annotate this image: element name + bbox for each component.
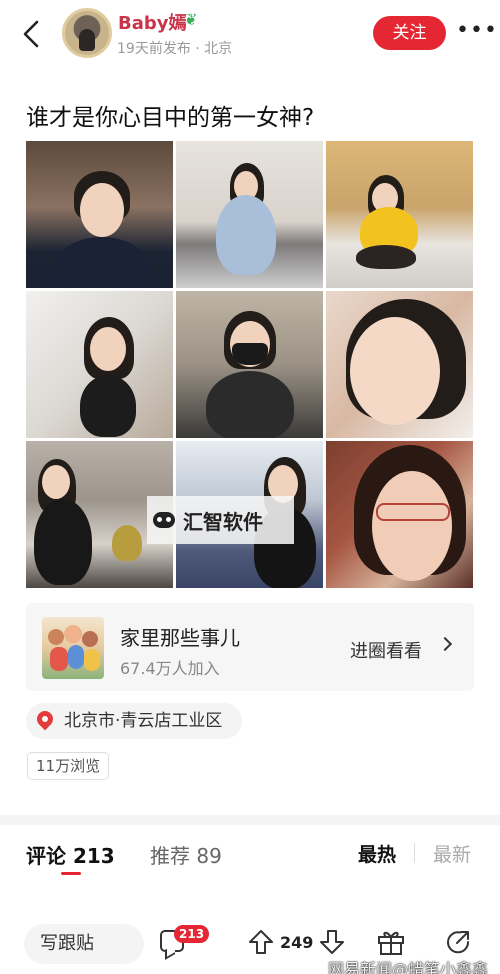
photo-6[interactable]	[326, 291, 473, 438]
post-title: 谁才是你心目中的第一女神?	[26, 105, 315, 131]
circle-member-count: 67.4万人加入	[120, 659, 220, 678]
section-divider	[0, 815, 500, 825]
photo-5[interactable]	[176, 291, 323, 438]
vote-count: 249	[280, 933, 314, 952]
author-name[interactable]: Baby嫣	[118, 9, 186, 35]
share-icon[interactable]	[444, 928, 472, 956]
photo-4[interactable]	[26, 291, 173, 438]
leaf-badge-icon: ❦	[184, 10, 198, 29]
circle-name: 家里那些事儿	[120, 626, 240, 650]
sort-divider	[414, 843, 415, 863]
active-tab-indicator	[61, 872, 81, 875]
comment-count-badge: 213	[174, 925, 210, 943]
watermark-text: 汇智软件	[183, 509, 263, 534]
circle-thumbnail	[42, 617, 104, 679]
post-meta: 19天前发布 · 北京	[117, 41, 233, 57]
location-text: 北京市·青云店工业区	[64, 711, 223, 731]
chevron-right-icon	[437, 636, 453, 652]
image-watermark: 汇智软件	[147, 496, 294, 544]
follow-button[interactable]: 关注	[373, 16, 446, 50]
view-count: 11万浏览	[27, 752, 110, 780]
source-watermark: 网易新闻@蜡笔小鑫鑫	[328, 960, 489, 974]
photo-2[interactable]	[176, 141, 323, 288]
back-arrow-icon[interactable]	[18, 18, 46, 50]
circle-card[interactable]: 家里那些事儿 67.4万人加入 进圈看看	[26, 603, 474, 691]
gamepad-icon	[153, 512, 175, 528]
enter-circle-link[interactable]: 进圈看看	[350, 637, 422, 663]
location-tag[interactable]: 北京市·青云店工业区	[26, 703, 243, 739]
photo-3[interactable]	[326, 141, 473, 288]
reply-input[interactable]: 写跟贴	[24, 924, 144, 964]
tab-recommend[interactable]: 推荐 89	[150, 840, 222, 869]
sort-newest[interactable]: 最新	[433, 840, 471, 867]
gift-icon[interactable]	[376, 928, 406, 956]
upvote-icon[interactable]	[247, 928, 275, 956]
post-header: Baby嫣 ❦ 19天前发布 · 北京 关注 •••	[0, 0, 500, 68]
bottom-action-bar: 写跟贴 213 249 网易新闻@蜡笔小鑫鑫	[0, 908, 500, 974]
downvote-icon[interactable]	[318, 928, 346, 956]
more-options-icon[interactable]: •••	[456, 18, 498, 43]
author-avatar[interactable]	[62, 8, 112, 58]
tab-comments[interactable]: 评论 213	[26, 840, 115, 869]
photo-9[interactable]	[326, 441, 473, 588]
location-pin-icon	[33, 707, 57, 731]
sort-hottest[interactable]: 最热	[358, 840, 396, 867]
photo-1[interactable]	[26, 141, 173, 288]
